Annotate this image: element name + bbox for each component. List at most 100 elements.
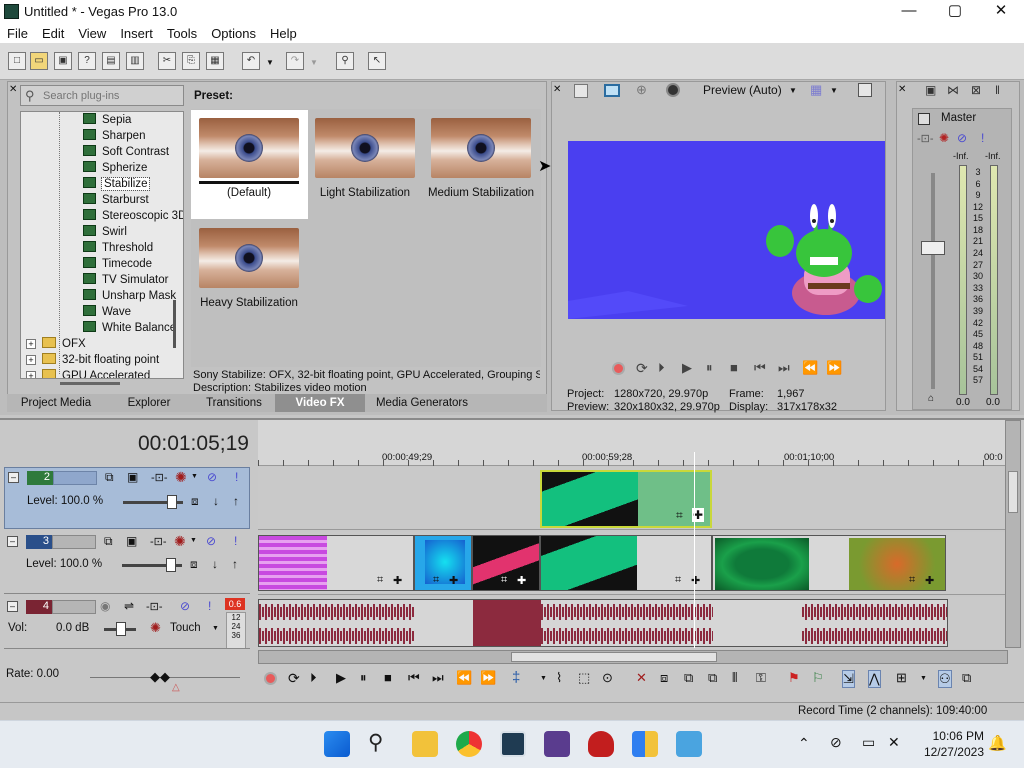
copy-icon[interactable]: ⎘ [182, 52, 200, 70]
plugin-item[interactable]: Stereoscopic 3D A [83, 208, 183, 224]
play-icon[interactable]: ▶ [336, 670, 346, 686]
expand-icon[interactable]: + [26, 355, 36, 365]
track-level-slider[interactable] [122, 558, 182, 572]
crop-icon[interactable]: ⌗ [675, 574, 681, 587]
collapse-icon[interactable]: – [8, 472, 19, 483]
insert-fx-icon[interactable]: -⊡- [917, 132, 934, 145]
pause-icon[interactable]: ⏸ [360, 670, 367, 686]
fader-lock-icon[interactable]: ⌂ [928, 393, 934, 404]
overlays-icon[interactable] [666, 83, 680, 97]
ripple-edit-icon[interactable]: ⊞ [896, 670, 907, 686]
go-to-end-icon[interactable]: ⏭ [432, 670, 444, 686]
paste-icon[interactable]: ▦ [206, 52, 224, 70]
video-clip[interactable]: ⌗ ✚ [540, 535, 712, 591]
previous-frame-icon[interactable]: ⏪ [802, 360, 818, 376]
loop-playback-icon[interactable]: ⟳ [288, 670, 300, 687]
preset-heavy-stabilization[interactable]: Heavy Stabilization [191, 228, 307, 309]
save-icon[interactable]: ▣ [54, 52, 72, 70]
arm-record-icon[interactable]: ◉ [100, 599, 110, 613]
video-clip[interactable]: ⌗ ✚ [472, 535, 540, 591]
crop-icon[interactable]: ⌗ [676, 508, 683, 523]
video-app-icon[interactable] [544, 731, 570, 757]
plugin-item[interactable]: Starburst [83, 192, 149, 208]
track-fx-icon[interactable]: -⊡- [150, 535, 167, 548]
folder-item[interactable]: + GPU Accelerated [26, 368, 150, 378]
next-frame-icon[interactable]: ⏩ [826, 360, 842, 376]
plugin-item-selected[interactable]: Stabilize [83, 176, 151, 192]
automation-mode[interactable]: Touch [170, 622, 201, 634]
compositing-mode-icon[interactable]: ▣ [127, 470, 138, 484]
volume-off-icon[interactable]: ✕ [888, 734, 900, 751]
menu-edit[interactable]: Edit [35, 23, 71, 41]
solo-icon[interactable]: ! [234, 534, 237, 548]
track-name-field[interactable] [52, 600, 96, 614]
insert-region-icon[interactable]: ⚐ [812, 670, 824, 686]
crop-icon[interactable]: ⌗ [433, 574, 439, 587]
pause-icon[interactable]: ⏸ [706, 360, 713, 376]
video-clip[interactable]: ⌗ ✚ [712, 535, 946, 591]
maximize-button[interactable]: ▢ [932, 0, 978, 23]
undo-icon[interactable]: ↶ [242, 52, 260, 70]
panel-close-icon[interactable]: ✕ [553, 84, 561, 95]
fx-settings-icon[interactable]: ✺ [939, 131, 949, 145]
menu-view[interactable]: View [71, 23, 113, 41]
stop-icon[interactable]: ■ [384, 670, 392, 685]
plugin-item[interactable]: Swirl [83, 224, 127, 240]
file-explorer-icon[interactable] [412, 731, 438, 757]
external-monitor-icon[interactable] [604, 84, 620, 97]
split-screen-icon[interactable]: ⊕ [636, 82, 647, 98]
chevron-down-icon[interactable]: ▼ [191, 473, 198, 480]
lock-envelopes-icon[interactable]: ⚇ [938, 670, 952, 688]
plugin-item[interactable]: Wave [83, 304, 131, 320]
solo-icon[interactable]: ! [208, 599, 211, 613]
mute-icon[interactable]: ⊘ [957, 131, 967, 145]
track-motion-icon[interactable]: ⧉ [104, 534, 113, 549]
volume-slider[interactable] [104, 622, 136, 636]
rate-slider-thumb-icon[interactable]: ◆◆ [150, 669, 170, 685]
play-icon[interactable]: ▶ [682, 360, 692, 376]
chevron-down-icon[interactable]: ▼ [266, 58, 274, 67]
tab-project-media[interactable]: Project Media [7, 394, 105, 412]
plugin-search-box[interactable]: ⚲ [20, 85, 184, 106]
timeline-vscroll[interactable] [1005, 420, 1021, 648]
snapping-icon[interactable]: ⋀ [868, 670, 881, 688]
enable-snapping-icon[interactable]: ⚲ [336, 52, 354, 70]
whats-this-icon[interactable]: ↖ [368, 52, 386, 70]
delete-icon[interactable]: ✕ [636, 670, 647, 686]
event-fx-icon[interactable]: ✚ [925, 574, 934, 587]
chevron-down-icon[interactable]: ▼ [310, 58, 318, 67]
plugin-item[interactable]: Threshold [83, 240, 153, 256]
red-app-icon[interactable] [588, 731, 614, 757]
clock-time[interactable]: 10:06 PM [930, 729, 984, 743]
track-fx-icon[interactable]: -⊡- [151, 471, 168, 484]
mute-icon[interactable]: ⊘ [206, 534, 216, 548]
timeline-hscroll[interactable] [258, 650, 1008, 664]
track-fx-settings-icon[interactable]: ✺ [174, 533, 186, 550]
master-properties-icon[interactable] [918, 113, 930, 125]
panel-close-icon[interactable]: ✕ [898, 84, 906, 95]
copy-snapshot-icon[interactable] [858, 83, 872, 97]
collapse-icon[interactable]: – [7, 601, 18, 612]
envelope-edit-tool-icon[interactable]: ⌇ [556, 670, 562, 686]
search-icon[interactable]: ⚲ [368, 730, 383, 755]
plugin-item[interactable]: Soft Contrast [83, 144, 169, 160]
menu-file[interactable]: File [0, 23, 35, 41]
dim-output-icon[interactable]: ⊠ [971, 83, 981, 97]
cut-icon[interactable]: ✂ [158, 52, 176, 70]
properties-icon[interactable]: ▥ [126, 52, 144, 70]
solo-icon[interactable]: ! [981, 131, 984, 145]
crop-icon[interactable]: ⌗ [377, 574, 383, 587]
chrome-icon[interactable] [456, 731, 482, 757]
plugin-item[interactable]: Sepia [83, 112, 131, 128]
composite-child-icon[interactable]: ⧈ [191, 494, 199, 509]
event-fx-icon[interactable]: ✚ [691, 574, 700, 587]
event-fx-icon[interactable]: ✚ [393, 574, 402, 587]
tab-explorer[interactable]: Explorer [105, 394, 193, 412]
composite-child-icon[interactable]: ⧈ [190, 557, 198, 572]
make-compositing-child-icon[interactable]: ↓ [213, 494, 219, 508]
crop-icon[interactable]: ⌗ [501, 574, 507, 587]
event-fx-icon[interactable]: ✚ [449, 574, 458, 587]
trim-icon[interactable]: ⧈ [660, 670, 668, 686]
expand-icon[interactable]: + [26, 339, 36, 349]
menu-options[interactable]: Options [204, 23, 263, 41]
